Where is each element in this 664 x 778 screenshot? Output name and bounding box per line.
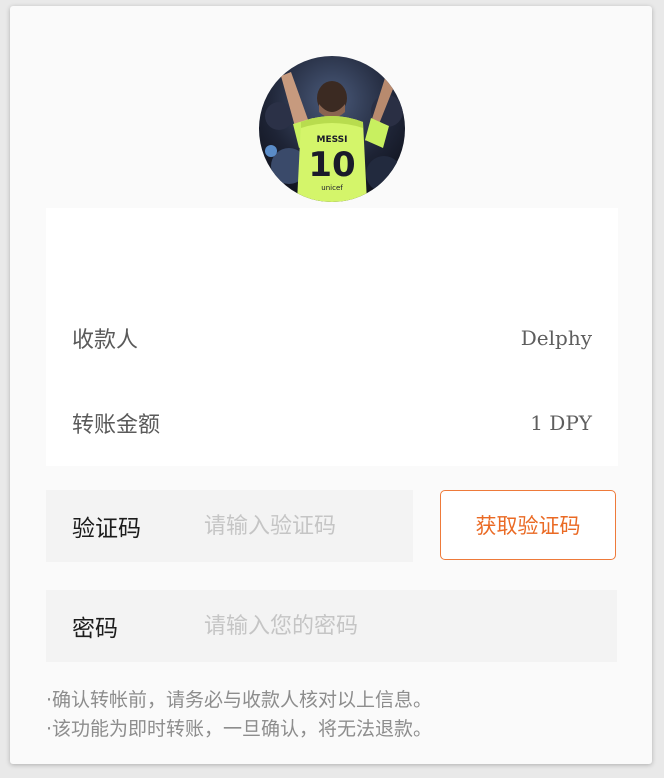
amount-label: 转账金额 [72,413,161,438]
amount-row: 转账金额 1 DPY [72,403,592,443]
password-field: 密码 [46,590,617,662]
avatar: MESSI 10 unicef [259,56,405,202]
transfer-notes: ·确认转帐前，请务必与收款人核对以上信息。 ·该功能为即时转账，一旦确认，将无法… [46,686,432,744]
payee-value: Delphy [520,326,592,350]
jersey-sponsor: unicef [321,184,343,192]
transfer-confirm-page: MESSI 10 unicef 收款人 Delphy 转账金额 1 DPY 验证… [10,6,652,764]
get-verification-code-button[interactable]: 获取验证码 [440,490,616,560]
note-line: ·确认转帐前，请务必与收款人核对以上信息。 [46,689,433,711]
note-line: ·该功能为即时转账，一旦确认，将无法退款。 [46,718,433,740]
password-input[interactable] [204,606,617,646]
jersey-number: 10 [308,145,355,185]
verification-code-label: 验证码 [72,516,141,542]
amount-value: 1 DPY [530,411,592,435]
password-label: 密码 [72,616,118,642]
avatar-image: MESSI 10 unicef [259,56,405,202]
verification-code-field: 验证码 [46,490,478,562]
payee-row: 收款人 Delphy [72,318,592,358]
jersey-name: MESSI [316,135,347,145]
verification-code-input[interactable] [204,506,478,546]
payee-label: 收款人 [72,328,139,353]
transfer-info-card: 收款人 Delphy 转账金额 1 DPY [46,208,618,466]
